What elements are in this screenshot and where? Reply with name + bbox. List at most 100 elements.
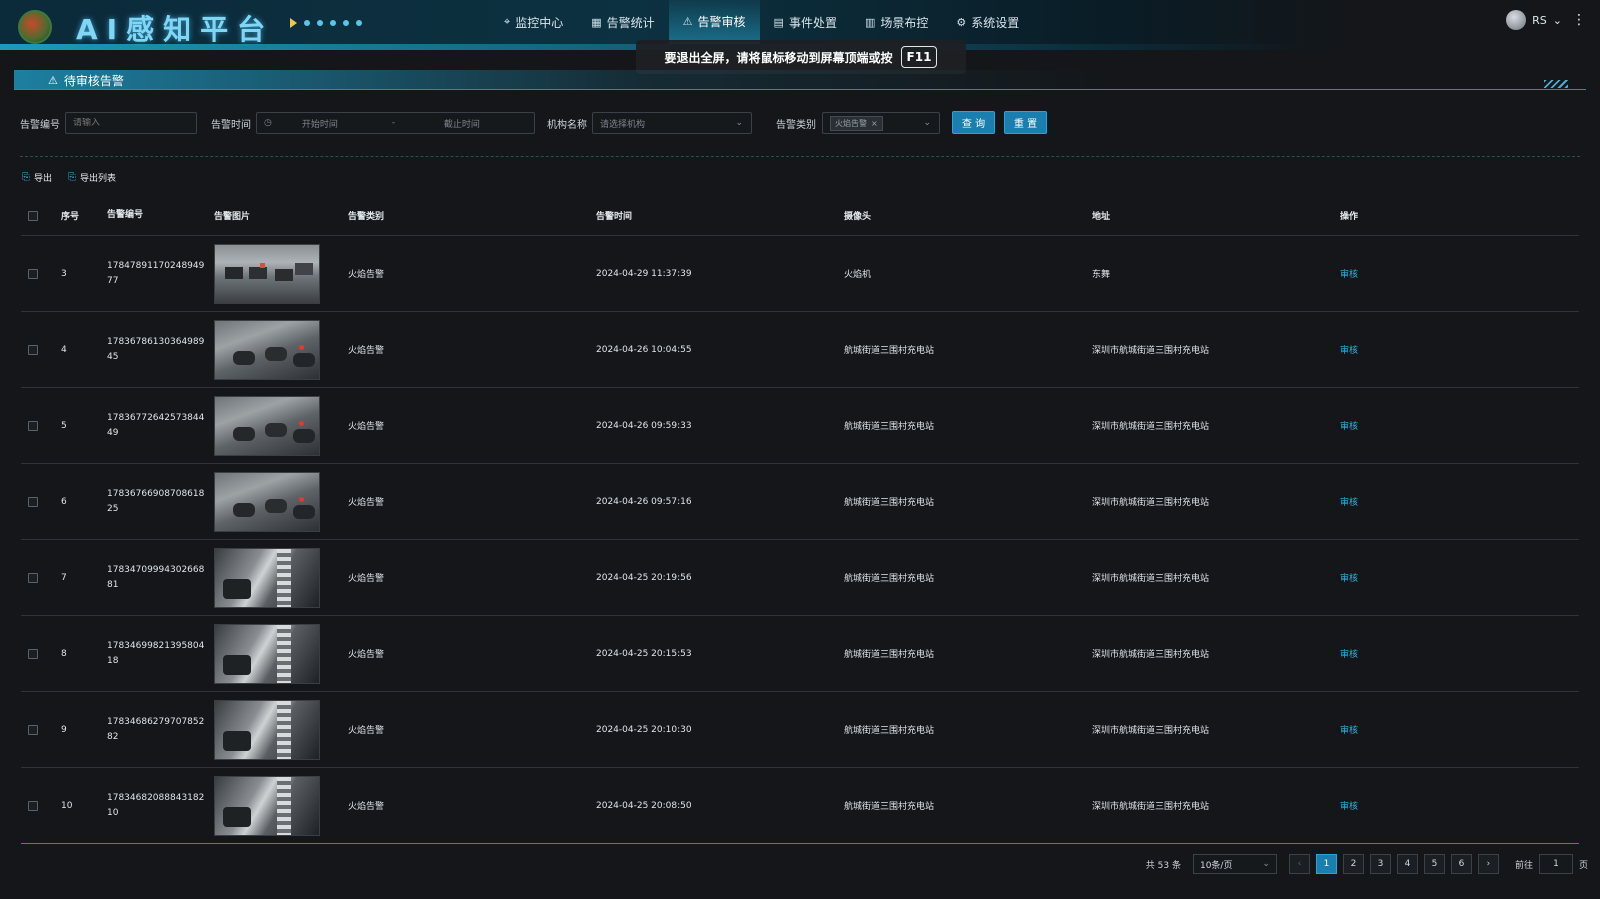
review-link[interactable]: 审核 [1340, 802, 1358, 812]
row-index: 6 [61, 496, 67, 507]
alarm-time: 2024-04-25 20:10:30 [596, 724, 692, 735]
range-separator: - [391, 118, 396, 128]
alarm-code: 17834709994302668 81 [107, 563, 214, 593]
row-index: 10 [61, 800, 73, 811]
query-button[interactable]: 查 询 [952, 111, 995, 134]
alarm-code-line: 18 [107, 655, 119, 666]
end-time-field[interactable]: 截止时间 [444, 117, 480, 130]
camera-name: 航城街道三围村充电站 [844, 650, 935, 660]
camera-name: 航城街道三围村充电站 [844, 574, 935, 584]
user-menu[interactable]: RS ⌄ ⋮ [1506, 10, 1586, 30]
goto-page-input[interactable]: 1 [1538, 854, 1573, 874]
alarm-code-line: 49 [107, 427, 119, 438]
nav-item[interactable]: ⌖ 监控中心 [490, 0, 577, 44]
alarm-code-line: 77 [107, 275, 119, 286]
alarm-code-line: 17834699821395804 [107, 640, 205, 651]
table-row: 5 17836772642573844 49 火焰告警 2024-04-26 09:59… [21, 388, 1579, 464]
section-title: ⚠ 待审核告警 [48, 72, 124, 89]
review-link[interactable]: 审核 [1340, 726, 1358, 736]
camera-name: 火焰机 [844, 270, 872, 280]
alarm-image[interactable] [214, 395, 320, 456]
alarm-time: 2024-04-26 10:04:55 [596, 344, 692, 355]
reset-button[interactable]: 重 置 [1004, 111, 1047, 134]
alarm-image[interactable] [214, 547, 320, 608]
more-icon[interactable]: ⋮ [1572, 12, 1586, 28]
time-range-picker[interactable]: ◷ 开始时间 - 截止时间 [256, 112, 535, 134]
fullscreen-hint-text: 要退出全屏，请将鼠标移动到屏幕顶端或按 [664, 50, 893, 65]
filter-bar: 告警编号 告警时间 ◷ 开始时间 - 截止时间 机构名称 请选择机构 ⌄ 告警类… [20, 110, 1580, 134]
page-size-select[interactable]: 10条/页 ⌄ [1192, 854, 1277, 874]
review-link[interactable]: 审核 [1340, 650, 1358, 660]
column-header: 操作 [1340, 212, 1359, 222]
row-checkbox[interactable] [28, 420, 38, 431]
review-link[interactable]: 审核 [1340, 346, 1358, 356]
divider [20, 156, 1580, 157]
review-link[interactable]: 审核 [1340, 498, 1358, 508]
nav-item-label: 监控中心 [515, 15, 564, 30]
nav-item-label: 告警审核 [697, 14, 746, 29]
review-link[interactable]: 审核 [1340, 270, 1358, 280]
row-checkbox[interactable] [28, 724, 38, 735]
time-label: 告警时间 [211, 120, 251, 131]
review-link[interactable]: 审核 [1340, 422, 1358, 432]
address: 深圳市航城街道三围村充电站 [1092, 422, 1210, 432]
alarm-image[interactable] [214, 699, 320, 760]
row-index: 7 [61, 572, 67, 583]
chart-icon: ▦ [591, 15, 602, 29]
code-label: 告警编号 [20, 120, 60, 131]
row-checkbox[interactable] [28, 800, 38, 811]
row-index: 8 [61, 648, 67, 659]
nav-item[interactable]: ⚠ 告警审核 [668, 0, 760, 44]
alarm-image[interactable] [214, 623, 320, 684]
close-icon[interactable]: × [871, 119, 878, 128]
row-checkbox[interactable] [28, 496, 38, 507]
column-header: 摄像头 [844, 212, 872, 222]
alarm-code-line: 17834686279707852 [107, 716, 205, 727]
type-select[interactable]: 火焰告警 × ⌄ [822, 112, 940, 134]
nav-item[interactable]: ▦ 告警统计 [577, 0, 668, 44]
page-button[interactable]: 5 [1423, 854, 1445, 874]
review-link[interactable]: 审核 [1340, 574, 1358, 584]
nav-item[interactable]: ▤ 事件处置 [760, 0, 851, 44]
next-page-button[interactable]: › [1477, 854, 1499, 874]
export-list-button[interactable]: ⎘ 导出列表 [68, 171, 116, 184]
page-button[interactable]: 3 [1369, 854, 1391, 874]
alarm-image[interactable] [214, 243, 320, 304]
page-unit: 页 [1578, 860, 1588, 871]
chevron-down-icon: ⌄ [923, 118, 931, 128]
table-row: 8 17834699821395804 18 火焰告警 2024-04-25 20:15… [21, 616, 1579, 692]
row-checkbox[interactable] [28, 268, 38, 279]
target-icon: ⌖ [504, 15, 511, 28]
row-checkbox[interactable] [28, 344, 38, 355]
type-tag[interactable]: 火焰告警 × [830, 115, 883, 131]
prev-page-button[interactable]: ‹ [1288, 854, 1310, 874]
fullscreen-key: F11 [900, 46, 938, 68]
alarm-time: 2024-04-25 20:19:56 [596, 572, 692, 583]
select-all-checkbox[interactable] [28, 210, 38, 221]
nav-item[interactable]: ⚙ 系统设置 [942, 0, 1033, 44]
start-time-field[interactable]: 开始时间 [302, 117, 392, 130]
nav-item[interactable]: ▥ 场景布控 [851, 0, 942, 44]
row-checkbox[interactable] [28, 572, 38, 583]
camera-name: 航城街道三围村充电站 [844, 498, 935, 508]
page-button[interactable]: 1 [1315, 854, 1337, 874]
alarm-image[interactable] [214, 775, 320, 836]
section-title-text: 待审核告警 [63, 74, 124, 88]
page-button[interactable]: 2 [1342, 854, 1364, 874]
alarm-image[interactable] [214, 471, 320, 532]
avatar[interactable] [1506, 10, 1527, 30]
row-checkbox[interactable] [28, 648, 38, 659]
code-input-wrap[interactable] [65, 112, 197, 134]
camera-name: 航城街道三围村充电站 [844, 802, 935, 812]
page-button[interactable]: 4 [1396, 854, 1418, 874]
code-input[interactable] [73, 118, 189, 128]
export-button[interactable]: ⎘ 导出 [22, 171, 52, 184]
org-select[interactable]: 请选择机构 ⌄ [592, 112, 752, 134]
alarm-time: 2024-04-25 20:08:50 [596, 800, 692, 811]
alarm-image[interactable] [214, 319, 320, 380]
user-name[interactable]: RS [1532, 14, 1547, 27]
chevron-down-icon[interactable]: ⌄ [1553, 14, 1562, 27]
chevron-down-icon: ⌄ [1262, 859, 1270, 869]
page-button[interactable]: 6 [1450, 854, 1472, 874]
table-row: 6 17836766908708618 25 火焰告警 2024-04-26 09:57… [21, 464, 1579, 540]
